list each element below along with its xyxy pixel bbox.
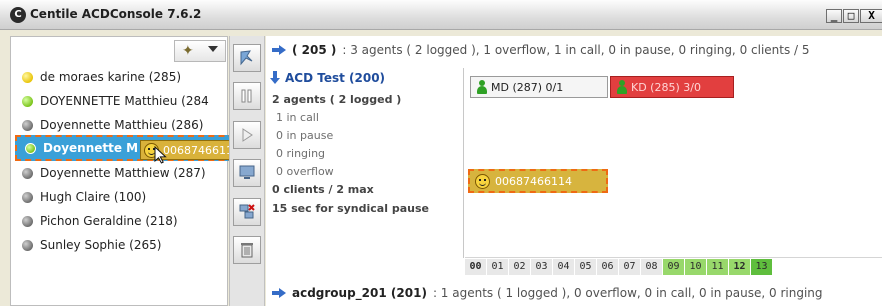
pin-icon <box>240 50 253 66</box>
agent-name: Doyennette M <box>43 141 139 155</box>
in-pause-stat: 0 in pause <box>276 129 334 142</box>
right-arrow-icon <box>272 288 286 298</box>
hour-cell: 11 <box>707 258 729 275</box>
mouse-cursor-icon <box>154 146 167 164</box>
hour-cell: 05 <box>575 258 597 275</box>
group-id: ( 205 ) <box>292 43 337 57</box>
search-tool-button[interactable]: ✦ <box>174 40 226 62</box>
clients-count: 0 clients / 2 max <box>272 183 374 196</box>
acd-group-title-row[interactable]: ACD Test (200) <box>270 71 385 85</box>
status-green-icon <box>25 142 36 154</box>
agent-name: Pichon Geraldine (218) <box>40 214 178 228</box>
chevron-down-icon <box>208 46 218 52</box>
window-title-bar: C Centile ACDConsole 7.6.2 _ □ X <box>0 0 882 30</box>
acd-group-title: ACD Test (200) <box>285 71 386 85</box>
status-gray-icon <box>22 239 33 251</box>
maximize-button[interactable]: □ <box>843 9 859 23</box>
monitor-tool-button[interactable] <box>233 159 261 187</box>
ringing-stat: 0 ringing <box>276 147 326 160</box>
status-green-icon <box>22 95 33 107</box>
status-gray-icon <box>22 167 33 179</box>
trash-icon <box>241 243 253 258</box>
hour-cell: 01 <box>487 258 509 275</box>
hour-cell: 00 <box>465 258 487 275</box>
agent-name: Doyennette Matthiew (287) <box>40 166 206 180</box>
pause-tool-button[interactable] <box>233 82 261 110</box>
hour-cell: 08 <box>641 258 663 275</box>
hour-cell: 07 <box>619 258 641 275</box>
agent-name: DOYENNETTE Matthieu (284 <box>40 94 209 108</box>
status-gray-icon <box>22 119 33 131</box>
play-icon <box>242 128 253 142</box>
hour-cell: 03 <box>531 258 553 275</box>
status-gray-icon <box>22 215 33 227</box>
right-arrow-icon <box>272 45 286 55</box>
status-yellow-icon <box>22 71 33 83</box>
agent-list-item[interactable]: de moraes karine (285) <box>22 67 181 87</box>
hour-cell: 13 <box>751 258 773 275</box>
hour-cell: 02 <box>509 258 531 275</box>
bottom-group-summary-text: : 1 agents ( 1 logged ), 0 overflow, 0 i… <box>432 286 823 300</box>
magic-wand-icon: ✦ <box>182 43 194 59</box>
agent-list-item[interactable]: Sunley Sophie (265) <box>22 235 161 255</box>
acd-group-details: ACD Test (200) 2 agents ( 2 logged ) 1 i… <box>270 68 465 278</box>
caller-smiley-icon <box>475 173 490 189</box>
incoming-call-box[interactable]: 00687466114 <box>468 169 608 193</box>
hour-cell: 06 <box>597 258 619 275</box>
person-icon <box>617 80 627 94</box>
hour-cell: 12 <box>729 258 751 275</box>
hour-timeline: 00 01 02 03 04 05 06 07 08 09 10 11 12 1… <box>465 257 882 275</box>
bottom-group-summary[interactable]: acdgroup_201 (201) : 1 agents ( 1 logged… <box>272 284 823 302</box>
pause-icon <box>241 89 252 103</box>
status-gray-icon <box>22 191 33 203</box>
play-tool-button[interactable] <box>233 121 261 149</box>
network-error-icon <box>239 204 255 219</box>
top-group-summary[interactable]: ( 205 ) : 3 agents ( 2 logged ), 1 overf… <box>272 40 810 60</box>
person-icon <box>477 80 487 94</box>
app-logo: C <box>10 7 26 23</box>
minimize-button[interactable]: _ <box>826 9 842 23</box>
agent-name: Hugh Claire (100) <box>40 190 147 204</box>
agents-count: 2 agents ( 2 logged ) <box>272 93 402 106</box>
pause-rule: 15 sec for syndical pause <box>272 202 429 215</box>
agent-card-text: MD (287) 0/1 <box>491 80 564 94</box>
bottom-group-name: acdgroup_201 (201) <box>292 286 427 300</box>
pin-tool-button[interactable] <box>233 44 261 72</box>
monitor-icon <box>239 165 255 179</box>
agent-name: de moraes karine (285) <box>40 70 182 84</box>
in-call-stat: 1 in call <box>276 111 319 124</box>
hour-cell: 09 <box>663 258 685 275</box>
overflow-stat: 0 overflow <box>276 165 334 178</box>
trash-tool-button[interactable] <box>233 236 261 264</box>
agent-card-kd[interactable]: KD (285) 3/0 <box>610 76 734 98</box>
agent-card-md[interactable]: MD (287) 0/1 <box>470 76 608 98</box>
disconnect-tool-button[interactable] <box>233 198 261 226</box>
group-summary-text: : 3 agents ( 2 logged ), 1 overflow, 1 i… <box>342 43 810 57</box>
window-title: Centile ACDConsole 7.6.2 <box>30 7 202 21</box>
down-arrow-icon <box>270 71 280 85</box>
hour-cell: 04 <box>553 258 575 275</box>
close-button[interactable]: X <box>860 9 882 23</box>
hour-cell: 10 <box>685 258 707 275</box>
agent-name: Doyennette Matthieu (286) <box>40 118 204 132</box>
agent-list-item[interactable]: Doyennette Matthiew (287) <box>22 163 206 183</box>
agent-name: Sunley Sophie (265) <box>40 238 162 252</box>
agent-list-item[interactable]: Doyennette Matthieu (286) <box>22 115 203 135</box>
incoming-call-number: 00687466114 <box>495 174 572 188</box>
agent-list-item[interactable]: DOYENNETTE Matthieu (284 <box>22 91 209 111</box>
agent-card-text: KD (285) 3/0 <box>631 80 701 94</box>
agent-list-item[interactable]: Pichon Geraldine (218) <box>22 211 178 231</box>
agent-list-item[interactable]: Hugh Claire (100) <box>22 187 146 207</box>
